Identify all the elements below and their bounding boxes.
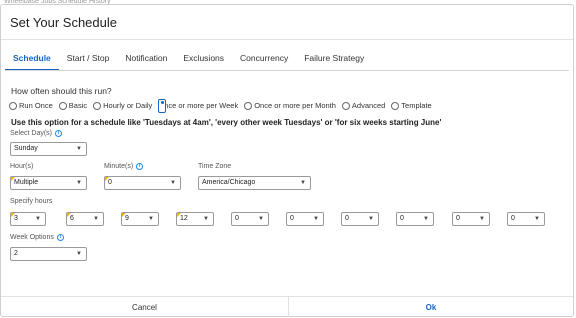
week-options-label: Week Options i (10, 234, 64, 241)
specify-hour-dropdown-1[interactable]: 3 ▼ (10, 212, 46, 226)
specify-hour-value: 6 (70, 215, 74, 222)
tab-failure-strategy[interactable]: Failure Strategy (296, 49, 372, 71)
radio-circle (9, 101, 17, 110)
schedule-dialog: Set Your Schedule Schedule Start / Stop … (0, 4, 574, 317)
radio-label: Advanced (351, 101, 386, 110)
minutes-label-text: Minute(s) (104, 163, 134, 170)
specify-hour-value: 0 (456, 215, 460, 222)
select-days-label-text: Select Day(s) (10, 130, 53, 137)
hours-dropdown[interactable]: Multiple ▼ (10, 176, 87, 190)
chevron-down-icon: ▼ (203, 216, 209, 222)
chevron-down-icon: ▼ (76, 146, 82, 152)
radio-once-or-more-per-month[interactable]: Once or more per Month (244, 101, 336, 110)
specify-hour-dropdown-10[interactable]: 0 ▼ (507, 212, 545, 226)
specify-hour-value: 12 (180, 215, 188, 222)
specify-hour-value: 9 (125, 215, 129, 222)
week-options-label-text: Week Options (10, 234, 54, 241)
chevron-down-icon: ▼ (148, 216, 154, 222)
hours-label-text: Hour(s) (10, 163, 34, 170)
tab-exclusions[interactable]: Exclusions (175, 49, 232, 71)
frequency-question: How often should this run? (11, 86, 112, 96)
chevron-down-icon: ▼ (479, 216, 485, 222)
minutes-label: Minute(s) i (104, 163, 144, 170)
radio-hourly-or-daily[interactable]: Hourly or Daily (93, 101, 152, 110)
week-options-value: 2 (14, 250, 18, 257)
tabs-divider (5, 70, 569, 71)
dialog-title: Set Your Schedule (10, 15, 117, 30)
select-days-dropdown[interactable]: Sunday ▼ (10, 142, 87, 156)
tab-notification[interactable]: Notification (117, 49, 175, 71)
timezone-value: America/Chicago (202, 179, 256, 186)
cancel-button[interactable]: Cancel (1, 297, 288, 317)
specify-hour-value: 0 (345, 215, 349, 222)
radio-circle (391, 101, 400, 110)
specify-hour-dropdown-4[interactable]: 12 ▼ (176, 212, 214, 226)
specify-hour-dropdown-3[interactable]: 9 ▼ (121, 212, 159, 226)
ok-button[interactable]: Ok (289, 297, 573, 317)
select-days-label: Select Day(s) i (10, 130, 63, 137)
header-divider (1, 39, 573, 40)
radio-circle (93, 101, 102, 110)
chevron-down-icon: ▼ (93, 216, 99, 222)
specify-hour-dropdown-8[interactable]: 0 ▼ (396, 212, 434, 226)
info-icon[interactable]: i (136, 163, 144, 170)
timezone-dropdown[interactable]: America/Chicago ▼ (198, 176, 311, 190)
timezone-label-text: Time Zone (198, 163, 232, 170)
tab-start-stop[interactable]: Start / Stop (59, 49, 118, 71)
info-icon[interactable]: i (55, 130, 63, 137)
chevron-down-icon: ▼ (170, 180, 176, 186)
chevron-down-icon: ▼ (534, 216, 540, 222)
timezone-label: Time Zone (198, 163, 231, 170)
chevron-down-icon: ▼ (76, 251, 82, 257)
radio-run-once[interactable]: Run Once (9, 101, 53, 110)
radio-label: Template (401, 101, 432, 110)
radio-circle (58, 101, 67, 110)
hours-value: Multiple (14, 179, 39, 186)
minutes-dropdown[interactable]: 0 ▼ (104, 176, 181, 190)
radio-once-or-more-per-week[interactable]: Once or more per Week (158, 98, 239, 113)
radio-label: Run Once (19, 101, 53, 110)
minutes-value: 0 (108, 179, 112, 186)
specify-hour-value: 3 (14, 215, 18, 222)
radio-circle-selected (158, 98, 167, 113)
radio-label: Once or more per Month (254, 101, 336, 110)
chevron-down-icon: ▼ (423, 216, 429, 222)
specify-hour-value: 0 (290, 215, 294, 222)
specify-hour-dropdown-9[interactable]: 0 ▼ (452, 212, 490, 226)
radio-advanced[interactable]: Advanced (341, 101, 386, 110)
radio-circle (341, 101, 350, 110)
radio-circle (244, 101, 253, 110)
radio-basic[interactable]: Basic (58, 101, 88, 110)
radio-label: Hourly or Daily (103, 101, 153, 110)
specify-hour-value: 0 (511, 215, 515, 222)
specify-hours-label: Specify hours (10, 198, 52, 205)
specify-hour-dropdown-6[interactable]: 0 ▼ (286, 212, 324, 226)
chevron-down-icon: ▼ (313, 216, 319, 222)
tab-concurrency[interactable]: Concurrency (232, 49, 296, 71)
chevron-down-icon: ▼ (368, 216, 374, 222)
tab-bar: Schedule Start / Stop Notification Exclu… (5, 49, 372, 71)
select-days-value: Sunday (14, 145, 38, 152)
radio-template[interactable]: Template (391, 101, 432, 110)
specify-hour-value: 0 (400, 215, 404, 222)
chevron-down-icon: ▼ (35, 216, 41, 222)
specify-hour-value: 0 (235, 215, 239, 222)
schedule-hint: Use this option for a schedule like 'Tue… (11, 118, 442, 127)
specify-hour-dropdown-5[interactable]: 0 ▼ (231, 212, 269, 226)
chevron-down-icon: ▼ (76, 180, 82, 186)
chevron-down-icon: ▼ (300, 180, 306, 186)
specify-hours-label-text: Specify hours (10, 198, 53, 205)
radio-label: Once or more per Week (158, 101, 239, 110)
radio-label: Basic (68, 101, 88, 110)
info-icon[interactable]: i (56, 234, 64, 241)
tab-schedule[interactable]: Schedule (5, 49, 59, 71)
frequency-radio-group: Run Once Basic Hourly or Daily Once or m… (9, 98, 438, 113)
specify-hour-dropdown-7[interactable]: 0 ▼ (341, 212, 379, 226)
hours-label: Hour(s) (10, 163, 33, 170)
week-options-dropdown[interactable]: 2 ▼ (10, 247, 87, 261)
chevron-down-icon: ▼ (258, 216, 264, 222)
specify-hour-dropdown-2[interactable]: 6 ▼ (66, 212, 104, 226)
